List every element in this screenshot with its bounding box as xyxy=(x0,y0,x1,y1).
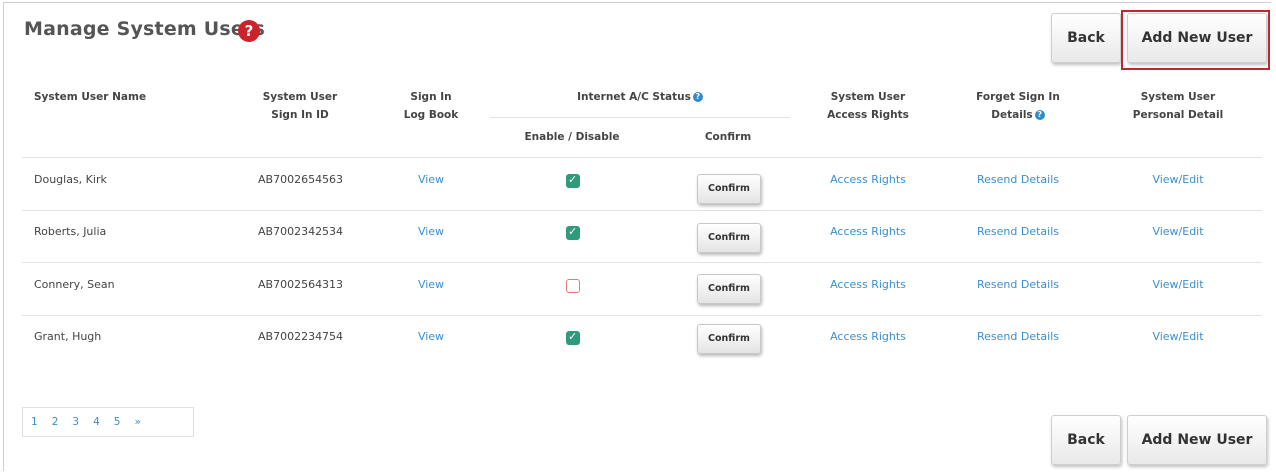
header-internet-status: Internet A/C Status? xyxy=(490,88,790,106)
view-logbook-link[interactable]: View xyxy=(410,330,452,343)
header-forget-line2-wrap: Details? xyxy=(958,106,1078,124)
header-access-rights: System User Access Rights xyxy=(808,88,928,124)
header-signin-id-line1: System User xyxy=(262,91,338,103)
header-personal-detail: System User Personal Detail xyxy=(1118,88,1238,124)
page-link-2[interactable]: 2 xyxy=(52,416,59,428)
resend-details-link[interactable]: Resend Details xyxy=(958,173,1078,186)
user-name: Grant, Hugh xyxy=(34,330,102,343)
signin-id: AB7002564313 xyxy=(258,278,344,291)
next-page-link[interactable]: » xyxy=(134,416,140,428)
header-signin-id: System User Sign In ID xyxy=(240,88,360,124)
header-forget-signin: Forget Sign In Details? xyxy=(958,88,1078,124)
info-icon[interactable]: ? xyxy=(692,92,703,102)
back-button-bottom[interactable]: Back xyxy=(1051,415,1121,465)
row-divider xyxy=(22,315,1262,316)
user-name: Connery, Sean xyxy=(34,278,115,291)
header-forget-line1: Forget Sign In xyxy=(976,91,1060,103)
view-logbook-link[interactable]: View xyxy=(410,173,452,186)
confirm-button[interactable]: Confirm xyxy=(697,174,761,204)
view-edit-link[interactable]: View/Edit xyxy=(1118,173,1238,186)
pagination: 1 2 3 4 5 » xyxy=(22,407,194,437)
add-new-user-button-top[interactable]: Add New User xyxy=(1127,13,1267,63)
header-personal-line1: System User xyxy=(1140,91,1216,103)
view-edit-link[interactable]: View/Edit xyxy=(1118,278,1238,291)
header-enable-disable: Enable / Disable xyxy=(524,131,620,143)
header-internet-status-label: Internet A/C Status xyxy=(577,91,691,103)
enable-checkbox[interactable] xyxy=(566,330,580,345)
page-frame xyxy=(3,2,1271,471)
view-logbook-link[interactable]: View xyxy=(410,225,452,238)
header-logbook-line1: Sign In xyxy=(410,91,452,103)
header-access-line1: System User xyxy=(830,91,906,103)
access-rights-link[interactable]: Access Rights xyxy=(808,330,928,343)
header-signin-id-line2: Sign In ID xyxy=(271,109,329,121)
access-rights-link[interactable]: Access Rights xyxy=(808,278,928,291)
view-logbook-link[interactable]: View xyxy=(410,278,452,291)
signin-id: AB7002234754 xyxy=(258,330,344,343)
back-button-top[interactable]: Back xyxy=(1051,13,1121,63)
header-forget-line2: Details xyxy=(991,109,1033,121)
signin-id: AB7002342534 xyxy=(258,225,344,238)
confirm-button[interactable]: Confirm xyxy=(697,274,761,304)
header-logbook-line2: Log Book xyxy=(403,109,459,121)
resend-details-link[interactable]: Resend Details xyxy=(958,330,1078,343)
header-personal-line2: Personal Detail xyxy=(1132,109,1224,121)
info-icon[interactable]: ? xyxy=(1034,110,1045,120)
resend-details-link[interactable]: Resend Details xyxy=(958,278,1078,291)
row-divider xyxy=(22,157,1262,158)
row-divider xyxy=(22,210,1262,211)
header-system-user-name: System User Name xyxy=(34,91,147,103)
header-confirm: Confirm xyxy=(704,131,752,143)
page-link-5[interactable]: 5 xyxy=(114,416,121,428)
enable-checkbox[interactable] xyxy=(566,225,580,240)
user-name: Roberts, Julia xyxy=(34,225,107,238)
view-edit-link[interactable]: View/Edit xyxy=(1118,330,1238,343)
signin-id: AB7002654563 xyxy=(258,173,344,186)
access-rights-link[interactable]: Access Rights xyxy=(808,225,928,238)
resend-details-link[interactable]: Resend Details xyxy=(958,225,1078,238)
confirm-button[interactable]: Confirm xyxy=(697,223,761,253)
confirm-button[interactable]: Confirm xyxy=(697,324,761,354)
header-access-line2: Access Rights xyxy=(827,109,909,121)
header-logbook: Sign In Log Book xyxy=(381,88,481,124)
enable-checkbox[interactable] xyxy=(566,279,580,293)
view-edit-link[interactable]: View/Edit xyxy=(1118,225,1238,238)
header-divider xyxy=(490,117,790,118)
page-link-3[interactable]: 3 xyxy=(72,416,79,428)
user-name: Douglas, Kirk xyxy=(34,173,107,186)
page-link-4[interactable]: 4 xyxy=(93,416,100,428)
access-rights-link[interactable]: Access Rights xyxy=(808,173,928,186)
add-new-user-button-bottom[interactable]: Add New User xyxy=(1127,415,1267,465)
question-circle-icon[interactable]: ? xyxy=(238,20,260,42)
page-title: Manage System Users xyxy=(24,18,266,40)
row-divider xyxy=(22,262,1262,263)
enable-checkbox[interactable] xyxy=(566,173,580,188)
page-link-1[interactable]: 1 xyxy=(31,416,38,428)
